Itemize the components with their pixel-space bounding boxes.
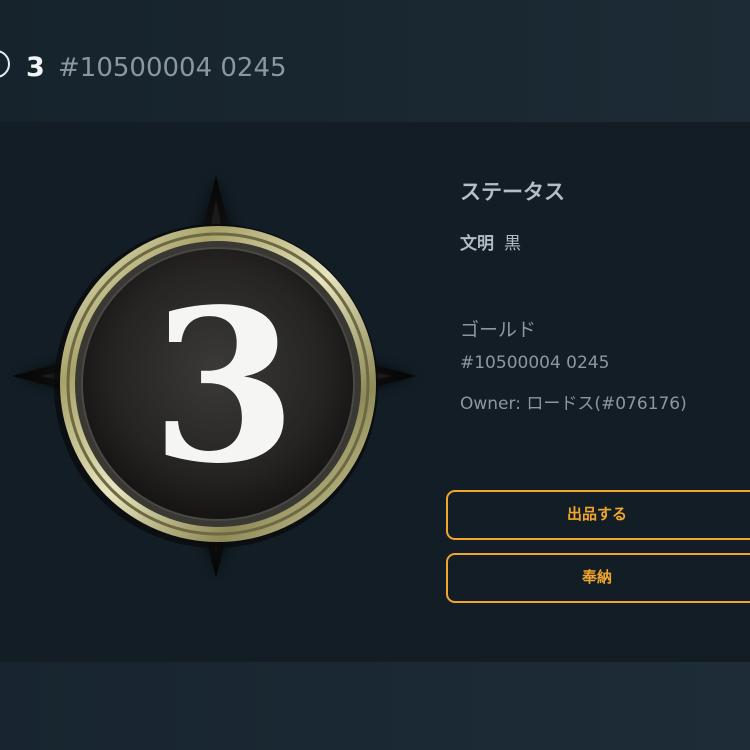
header-token-id: #10500004 0245	[58, 53, 287, 83]
offer-button[interactable]: 奉納	[446, 553, 750, 603]
civilization-value: 黒	[504, 234, 521, 254]
page: 3 #10500004 0245 3 ステータス 文明 黒 ゴールド #1050…	[0, 0, 750, 750]
rarity-label: ゴールド	[460, 319, 537, 341]
emblem-numeral: 3	[151, 263, 297, 510]
civilization-row: 文明黒	[460, 232, 521, 256]
emblem-image: 3	[12, 176, 416, 578]
status-title: ステータス	[460, 180, 565, 204]
footer	[0, 662, 750, 750]
back-button[interactable]	[0, 50, 10, 78]
sell-button[interactable]: 出品する	[446, 490, 750, 540]
header: 3 #10500004 0245	[0, 0, 750, 122]
token-id: #10500004 0245	[460, 353, 610, 373]
owner-text: Owner: ロードス(#076176)	[460, 394, 687, 414]
civilization-label: 文明	[460, 234, 494, 254]
header-number: 3	[26, 52, 45, 83]
